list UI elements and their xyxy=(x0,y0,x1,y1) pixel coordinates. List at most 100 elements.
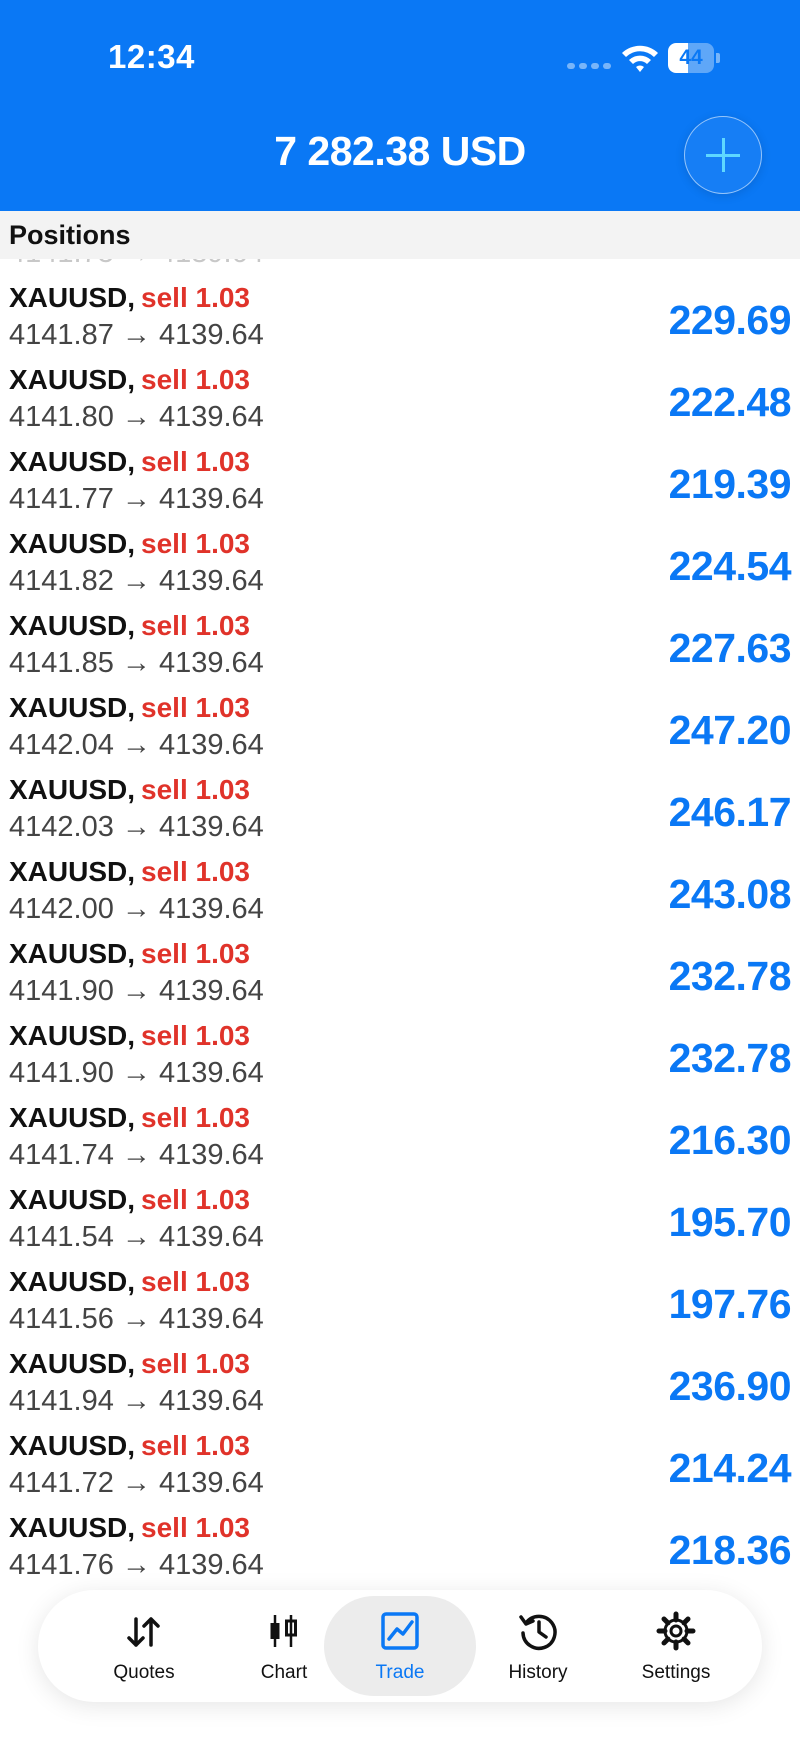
positions-list[interactable]: 4141.75 → 4139.64 XAUUSD,sell 1.034141.8… xyxy=(0,259,800,1600)
position-profit: 218.36 xyxy=(668,1527,792,1573)
position-title: XAUUSD, sell 1.03 xyxy=(9,774,250,806)
status-time: 12:34 xyxy=(108,38,195,75)
position-title: XAUUSD, sell 1.03 xyxy=(9,528,250,560)
position-profit: 216.30 xyxy=(668,1117,792,1163)
position-prices: 4141.56 → 4139.64 xyxy=(9,1303,264,1335)
position-profit: 197.76 xyxy=(668,1281,792,1327)
position-title: XAUUSD, sell 1.03 xyxy=(9,692,250,724)
tab-history[interactable]: History xyxy=(462,1596,614,1696)
plus-icon[interactable] xyxy=(684,116,762,194)
position-row[interactable]: XAUUSD, sell 1.03 4141.94 → 4139.64 236.90 xyxy=(0,1348,800,1430)
position-side-volume: sell 1.03 xyxy=(141,1266,250,1297)
position-symbol: XAUUSD, xyxy=(9,364,136,395)
position-prices: 4141.76 → 4139.64 xyxy=(9,1549,264,1581)
position-title: XAUUSD, sell 1.03 xyxy=(9,1102,250,1134)
position-symbol: XAUUSD, xyxy=(9,1266,136,1297)
position-side-volume: sell 1.03 xyxy=(141,1348,250,1379)
position-profit: 227.63 xyxy=(668,625,792,671)
position-row[interactable]: XAUUSD, sell 1.03 4141.72 → 4139.64 214.24 xyxy=(0,1430,800,1512)
position-title: XAUUSD, sell 1.03 xyxy=(9,1184,250,1216)
position-title: XAUUSD, sell 1.03 xyxy=(9,364,250,396)
position-title: XAUUSD, sell 1.03 xyxy=(9,1266,250,1298)
tab-label: Trade xyxy=(375,1662,425,1683)
position-symbol: XAUUSD, xyxy=(9,1512,136,1543)
position-side-volume: sell 1.03 xyxy=(141,1512,250,1543)
trade-chart-icon xyxy=(381,1612,419,1650)
position-profit: 219.39 xyxy=(668,461,792,507)
position-row[interactable]: XAUUSD, sell 1.03 4142.03 → 4139.64 246.17 xyxy=(0,774,800,856)
position-side-volume: sell 1.03 xyxy=(141,1430,250,1461)
position-row[interactable]: XAUUSD, sell 1.03 4141.80 → 4139.64 222.48 xyxy=(0,364,800,446)
position-side-volume: sell 1.03 xyxy=(141,938,250,969)
position-row[interactable]: XAUUSD, sell 1.03 4141.56 → 4139.64 197.76 xyxy=(0,1266,800,1348)
position-side-volume: sell 1.03 xyxy=(141,528,250,559)
position-profit: 236.90 xyxy=(668,1363,792,1409)
position-prices: 4141.82 → 4139.64 xyxy=(9,565,264,597)
position-prices: 4141.77 → 4139.64 xyxy=(9,483,264,515)
wifi-icon xyxy=(622,45,658,72)
position-prices: 4141.72 → 4139.64 xyxy=(9,1467,264,1499)
position-row[interactable]: XAUUSD, sell 1.03 4141.85 → 4139.64 227.63 xyxy=(0,610,800,692)
tab-settings[interactable]: Settings xyxy=(600,1596,752,1696)
position-prices: 4141.90 → 4139.64 xyxy=(9,1057,264,1089)
position-row[interactable]: XAUUSD, sell 1.03 4141.54 → 4139.64 195.70 xyxy=(0,1184,800,1266)
position-side-volume: sell 1.03 xyxy=(141,856,250,887)
position-row[interactable]: XAUUSD, sell 1.03 4141.76 → 4139.64 218.36 xyxy=(0,1512,800,1594)
position-title: XAUUSD, sell 1.03 xyxy=(9,856,250,888)
gear-icon xyxy=(656,1611,696,1651)
tab-trade[interactable]: Trade xyxy=(324,1596,476,1696)
position-symbol: XAUUSD, xyxy=(9,1430,136,1461)
position-row[interactable]: XAUUSD, sell 1.03 4141.87 → 4139.64 229.69 xyxy=(0,282,800,364)
candlestick-chart-icon xyxy=(270,1615,297,1647)
position-title: XAUUSD, sell 1.03 xyxy=(9,1348,250,1380)
position-side-volume: sell 1.03 xyxy=(141,774,250,805)
account-balance: 7 282.38 USD xyxy=(274,128,526,174)
position-profit: 229.69 xyxy=(668,297,792,343)
position-side-volume: sell 1.03 xyxy=(141,282,250,313)
tab-label: Quotes xyxy=(113,1662,175,1683)
position-side-volume: sell 1.03 xyxy=(141,1184,250,1215)
position-row[interactable]: XAUUSD, sell 1.03 4142.00 → 4139.64 243.08 xyxy=(0,856,800,938)
position-profit: 246.17 xyxy=(668,789,792,835)
position-row[interactable]: XAUUSD, sell 1.03 4141.77 → 4139.64 219.39 xyxy=(0,446,800,528)
position-side-volume: sell 1.03 xyxy=(141,364,250,395)
position-row[interactable]: XAUUSD, sell 1.03 4142.04 → 4139.64 247.20 xyxy=(0,692,800,774)
position-row[interactable]: XAUUSD, sell 1.03 4141.82 → 4139.64 224.54 xyxy=(0,528,800,610)
position-side-volume: sell 1.03 xyxy=(141,610,250,641)
quotes-arrows-icon xyxy=(127,1617,160,1647)
position-symbol: XAUUSD, xyxy=(9,1348,136,1379)
position-profit: 232.78 xyxy=(668,1035,792,1081)
app-header: 12:34 44 7 282.38 USD xyxy=(0,0,800,211)
position-prices: 4141.90 → 4139.64 xyxy=(9,975,264,1007)
battery-level: 44 xyxy=(679,46,703,69)
position-row[interactable]: XAUUSD, sell 1.03 4141.90 → 4139.64 232.78 xyxy=(0,1020,800,1102)
position-row[interactable]: XAUUSD, sell 1.03 4141.74 → 4139.64 216.30 xyxy=(0,1102,800,1184)
position-prices: 4141.85 → 4139.64 xyxy=(9,647,264,679)
position-title: XAUUSD, sell 1.03 xyxy=(9,938,250,970)
position-symbol: XAUUSD, xyxy=(9,610,136,641)
position-title: XAUUSD, sell 1.03 xyxy=(9,610,250,642)
position-profit: 232.78 xyxy=(668,953,792,999)
position-symbol: XAUUSD, xyxy=(9,282,136,313)
position-symbol: XAUUSD, xyxy=(9,774,136,805)
position-profit: 195.70 xyxy=(668,1199,792,1245)
bottom-tab-bar: Quotes Chart Trade History Settings xyxy=(38,1590,762,1702)
tab-quotes[interactable]: Quotes xyxy=(68,1596,220,1696)
position-symbol: XAUUSD, xyxy=(9,1102,136,1133)
position-symbol: XAUUSD, xyxy=(9,446,136,477)
tab-label: History xyxy=(508,1662,568,1683)
position-profit: 243.08 xyxy=(668,871,792,917)
position-side-volume: sell 1.03 xyxy=(141,692,250,723)
position-prices: 4141.80 → 4139.64 xyxy=(9,401,264,433)
position-prices: 4141.74 → 4139.64 xyxy=(9,1139,264,1171)
history-clock-icon xyxy=(519,1614,557,1651)
position-title: XAUUSD, sell 1.03 xyxy=(9,282,250,314)
position-prices: 4141.94 → 4139.64 xyxy=(9,1385,264,1417)
position-title: XAUUSD, sell 1.03 xyxy=(9,1430,250,1462)
cellular-signal-icon xyxy=(567,63,611,69)
position-profit: 247.20 xyxy=(668,707,792,753)
position-row[interactable]: XAUUSD, sell 1.03 4141.90 → 4139.64 232.78 xyxy=(0,938,800,1020)
position-symbol: XAUUSD, xyxy=(9,938,136,969)
position-profit: 224.54 xyxy=(668,543,792,589)
position-prices: 4141.87 → 4139.64 xyxy=(9,319,264,351)
